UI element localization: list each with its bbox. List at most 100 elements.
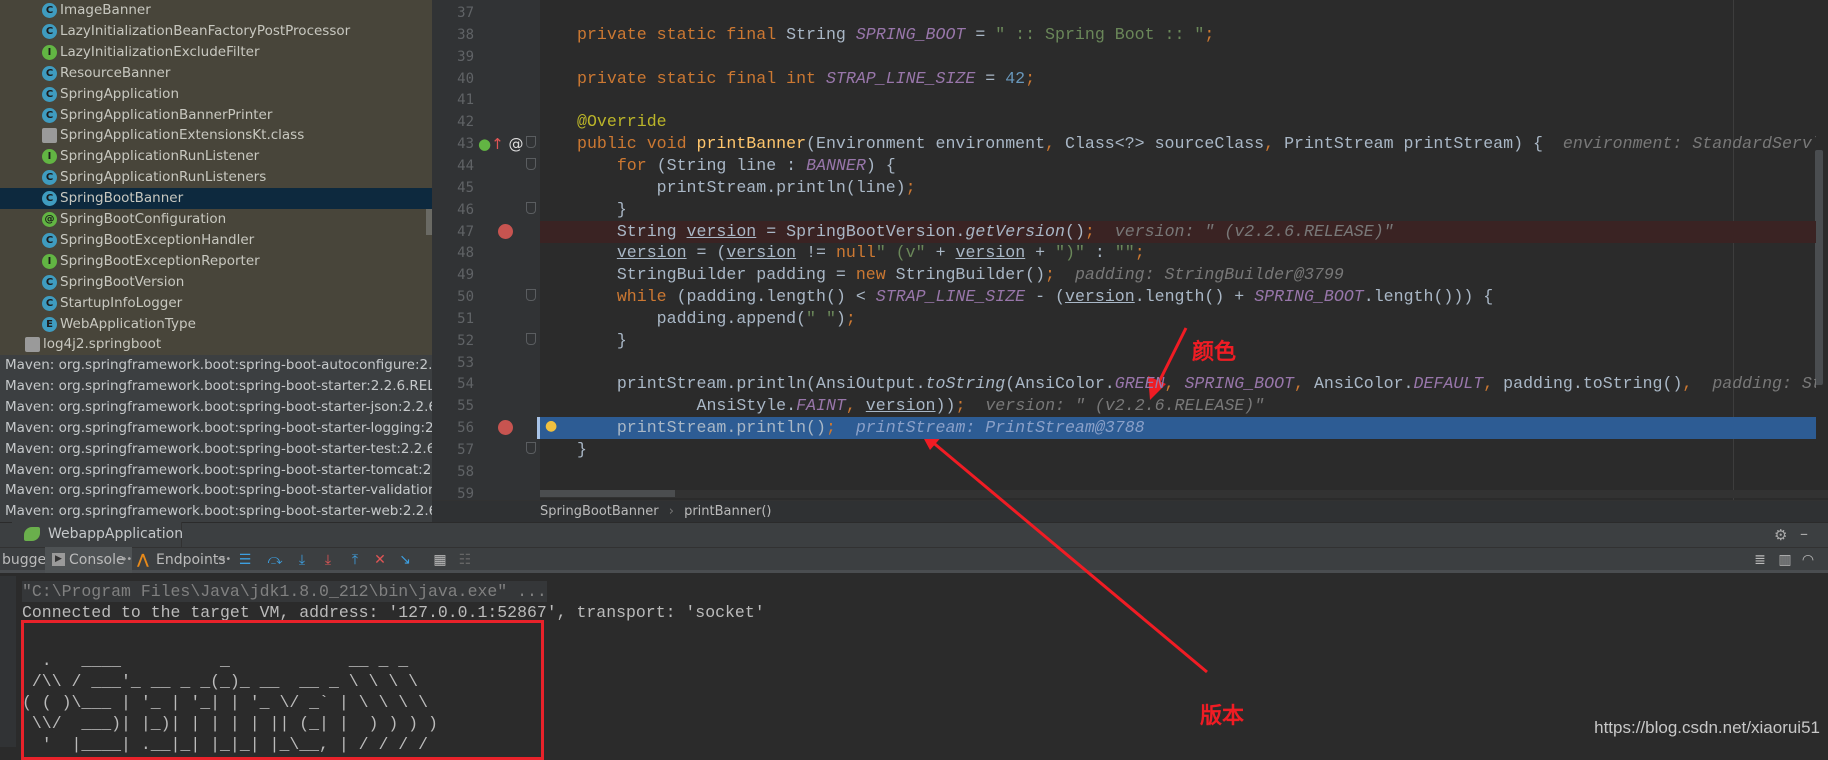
code-token: , (1264, 134, 1285, 154)
code-line[interactable]: public void printBanner(Environment envi… (540, 133, 1816, 155)
version-annotation: 版本 (1200, 704, 1245, 729)
code-token: version (1064, 287, 1135, 307)
code-token: : (1084, 243, 1115, 263)
code-token: (Environment environment (806, 134, 1046, 154)
fold-marker[interactable] (526, 136, 536, 149)
code-token: " " (806, 308, 836, 328)
banner-line: ( ( )\___ | '_ | '_| | '_ \/ _` | \ \ \ … (22, 693, 428, 712)
code-token: ; (905, 177, 916, 197)
code-token: printStream.println(AnsiOutput. (577, 374, 926, 394)
override-implements-icon[interactable]: ●↑ @ (478, 133, 523, 155)
line-number: 41 (457, 92, 474, 109)
line-number: 54 (457, 376, 474, 393)
code-token: version: " (v2.2.6.RELEASE)" (985, 396, 1265, 416)
current-line-marker (537, 417, 540, 440)
code-token: printStream.println() (577, 418, 826, 438)
code-token: PrintStream printStream) { (1284, 134, 1563, 154)
code-token: public void (577, 134, 697, 154)
code-line[interactable] (540, 461, 1816, 483)
code-token: } (577, 199, 627, 219)
code-token: private static final (577, 24, 787, 44)
code-line[interactable]: @Override (540, 111, 1816, 133)
code-line[interactable]: } (540, 199, 1816, 221)
code-token: SPRING_BOOT (855, 24, 966, 44)
line-number: 48 (457, 245, 474, 262)
code-token: private static final int (577, 68, 826, 88)
code-token: " (v" (875, 243, 926, 263)
line-number: 56 (457, 420, 474, 437)
code-line[interactable]: printStream.println(AnsiOutput.toString(… (540, 373, 1816, 395)
code-line[interactable]: padding.append(" "); (540, 308, 1816, 330)
code-token: , (1483, 374, 1504, 394)
code-token: environment: StandardServl (1562, 134, 1816, 154)
code-token: (padding.length() < (676, 287, 876, 307)
code-line[interactable]: printStream.println(line); (540, 177, 1816, 199)
code-line[interactable]: for (String line : BANNER) { (540, 155, 1816, 177)
fold-marker[interactable] (526, 289, 536, 302)
fold-marker[interactable] (526, 442, 536, 454)
code-line[interactable]: } (540, 330, 1816, 352)
code-token: ; (825, 418, 836, 438)
line-number: 49 (457, 267, 474, 284)
code-line[interactable]: } (540, 439, 1816, 461)
code-line[interactable]: private static final String SPRING_BOOT … (540, 24, 1816, 46)
code-line[interactable]: StringBuilder padding = new StringBuilde… (540, 264, 1816, 286)
code-token: printStream.println(line) (577, 177, 906, 197)
code-line[interactable] (540, 89, 1816, 111)
code-line[interactable]: version = (version != null" (v" + versio… (540, 242, 1816, 264)
line-number: 55 (457, 398, 474, 415)
code-line[interactable] (540, 483, 1816, 505)
code-token: (String line : (656, 155, 807, 175)
code-token: toString (925, 374, 1006, 394)
code-line[interactable] (540, 46, 1816, 68)
code-token: @Override (577, 112, 667, 132)
fold-marker[interactable] (526, 201, 536, 214)
code-token: getVersion (965, 221, 1065, 241)
line-number: 53 (457, 354, 474, 371)
line-number: 59 (457, 485, 474, 502)
code-token: GREEN (1114, 374, 1165, 394)
code-line[interactable]: printStream.println(); printStream: Prin… (540, 417, 1816, 440)
code-token: DEFAULT (1413, 374, 1484, 394)
code-token: version (686, 221, 757, 241)
code-token: padding.toString() (1503, 374, 1683, 394)
code-token: printBanner (696, 134, 807, 154)
banner-line: \\/ ___)| |_)| | | | | || (_| | ) ) ) ) (22, 714, 438, 733)
code-token: version (865, 396, 936, 416)
code-token: StringBuilder() (895, 265, 1046, 285)
code-token: ; (845, 308, 856, 328)
code-token: SPRING_BOOT (1254, 287, 1364, 307)
line-number: 37 (457, 5, 474, 21)
code-token: (AnsiColor. (1005, 374, 1115, 394)
line-number: 57 (457, 442, 474, 458)
code-line[interactable] (540, 352, 1816, 374)
watermark: https://blog.csdn.net/xiaorui51 (1594, 718, 1820, 737)
code-token: .length())) { (1363, 287, 1494, 307)
code-token: () (1064, 221, 1085, 241)
banner-line: /\\ / ___'_ __ _ _(_)_ __ __ _ \ \ \ \ (22, 672, 419, 691)
line-number: 50 (457, 289, 474, 306)
code-line[interactable]: String version = SpringBootVersion.getVe… (540, 220, 1816, 243)
code-line[interactable] (540, 2, 1816, 24)
line-number: 38 (457, 26, 474, 43)
code-token: != (796, 243, 836, 263)
breakpoint-icon[interactable] (498, 223, 513, 239)
code-token: )) (935, 396, 956, 416)
lightbulb-icon[interactable]: ● (545, 418, 557, 434)
code-token: padding.append( (577, 308, 807, 328)
line-number: 47 (457, 223, 474, 240)
line-number: 46 (457, 201, 474, 218)
code-token: + (925, 243, 956, 263)
code-line[interactable]: AnsiStyle.FAINT, version)); version: " (… (540, 395, 1816, 417)
code-token: new (855, 265, 896, 285)
fold-marker[interactable] (526, 332, 536, 345)
fold-marker[interactable] (526, 157, 536, 170)
code-line[interactable]: while (padding.length() < STRAP_LINE_SIZ… (540, 286, 1816, 308)
code-line[interactable]: private static final int STRAP_LINE_SIZE… (540, 68, 1816, 90)
code-token: } (577, 330, 627, 350)
